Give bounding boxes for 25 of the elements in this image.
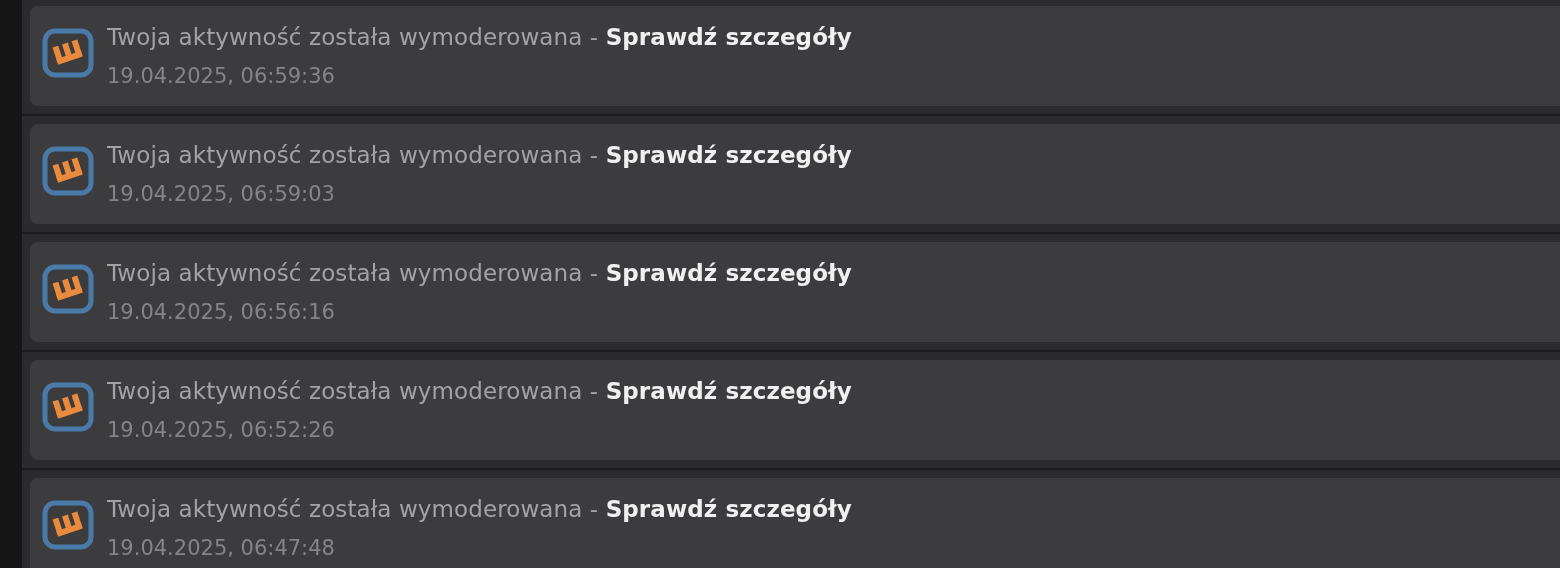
notification-card[interactable]: Twoja aktywność została wymoderowana - Sprawdź szczegóły 19.04.2025, 06:56:16 — [30, 242, 1560, 342]
notification-message: Twoja aktywność została wymoderowana - Sprawdź szczegóły — [107, 495, 852, 524]
notification-time: 19.04.2025, 06:52:26 — [107, 417, 336, 444]
notification-time: 19.04.2025, 06:56:16 — [107, 299, 336, 326]
notification-card[interactable]: Twoja aktywność została wymoderowana - Sprawdź szczegóły 19.04.2025, 06:47:48 — [30, 478, 1560, 568]
logo-icon — [42, 500, 94, 550]
notification-card[interactable]: Twoja aktywność została wymoderowana - Sprawdź szczegóły 19.04.2025, 06:59:36 — [30, 6, 1560, 106]
logo-icon — [42, 382, 94, 432]
notification-time: 19.04.2025, 06:47:48 — [107, 535, 336, 562]
notification-message: Twoja aktywność została wymoderowana - Sprawdź szczegóły — [107, 259, 852, 288]
details-link[interactable]: Sprawdź szczegóły — [605, 378, 852, 404]
details-link[interactable]: Sprawdź szczegóły — [605, 24, 852, 50]
logo-icon — [42, 28, 94, 78]
details-link[interactable]: Sprawdź szczegóły — [605, 260, 852, 286]
notification-message: Twoja aktywność została wymoderowana - Sprawdź szczegóły — [107, 141, 852, 170]
notification-time: 19.04.2025, 06:59:36 — [107, 63, 336, 90]
details-link[interactable]: Sprawdź szczegóły — [605, 142, 852, 168]
logo-icon — [42, 146, 94, 196]
notification-time: 19.04.2025, 06:59:03 — [107, 181, 336, 208]
details-link[interactable]: Sprawdź szczegóły — [605, 496, 852, 522]
notification-card[interactable]: Twoja aktywność została wymoderowana - Sprawdź szczegóły 19.04.2025, 06:52:26 — [30, 360, 1560, 460]
notification-message: Twoja aktywność została wymoderowana - Sprawdź szczegóły — [107, 23, 852, 52]
logo-icon — [42, 264, 94, 314]
notification-message: Twoja aktywność została wymoderowana - Sprawdź szczegóły — [107, 377, 852, 406]
notification-card[interactable]: Twoja aktywność została wymoderowana - Sprawdź szczegóły 19.04.2025, 06:59:03 — [30, 124, 1560, 224]
